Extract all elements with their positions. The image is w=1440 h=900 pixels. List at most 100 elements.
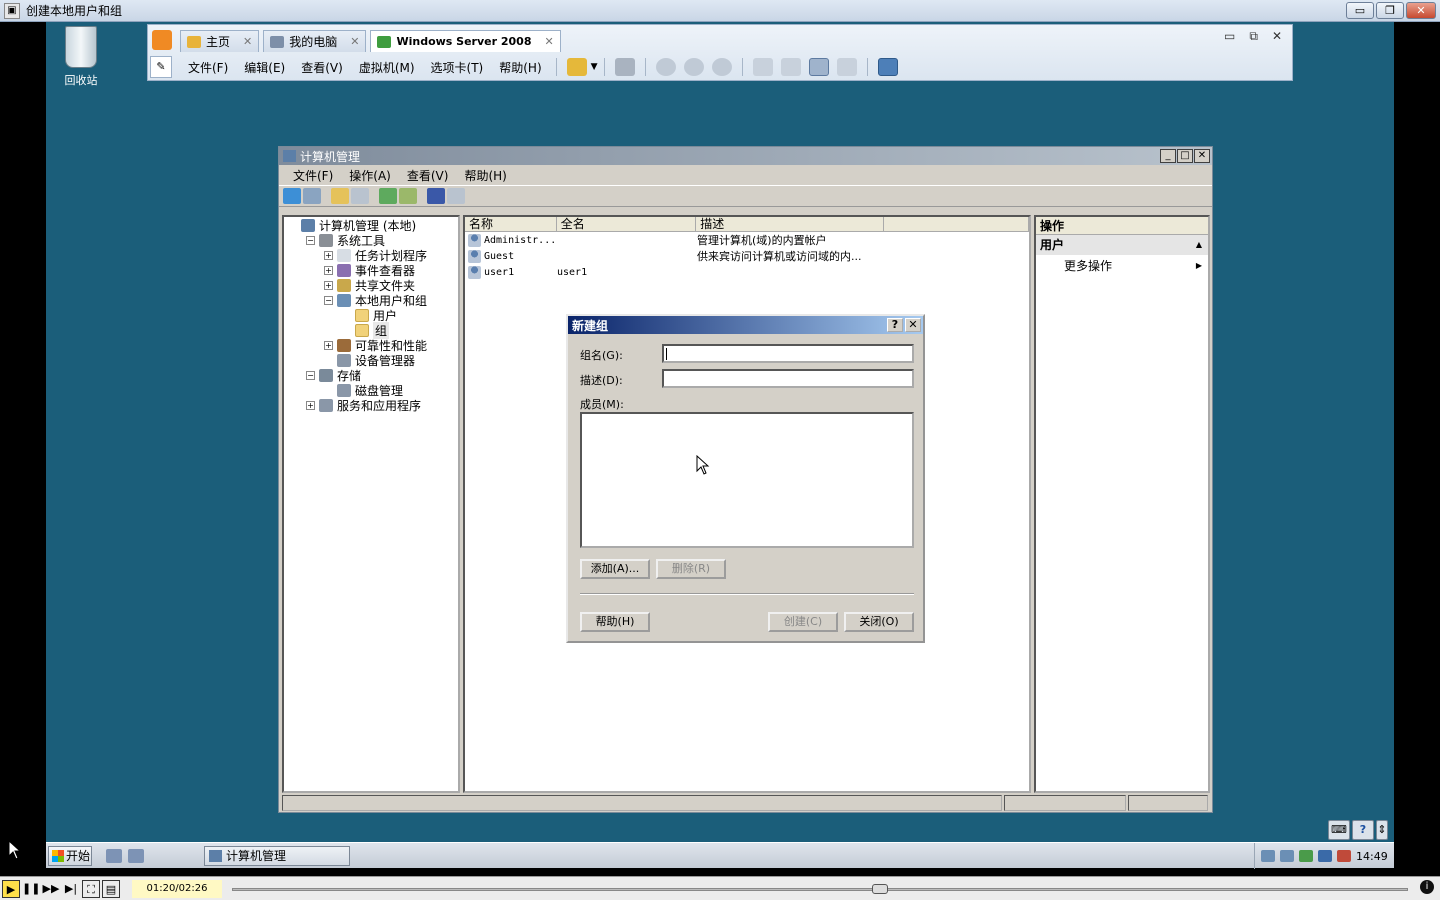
tree-item[interactable]: + 事件查看器 (284, 263, 458, 278)
info-icon[interactable]: i (1420, 880, 1434, 894)
start-button[interactable]: 开始 (48, 845, 92, 866)
tab-close-icon[interactable]: ✕ (544, 35, 553, 48)
column-header-name[interactable]: 名称 (465, 217, 557, 231)
remove-member-button[interactable]: 删除(R) (656, 559, 726, 579)
table-row[interactable]: Administr... 管理计算机(域)的内置帐户 (465, 232, 1029, 248)
vmware-menu-vm[interactable]: 虚拟机(M) (351, 59, 423, 76)
tree-item[interactable]: + 服务和应用程序 (284, 398, 458, 413)
tab-close-icon[interactable]: ✕ (243, 35, 252, 48)
tree-item[interactable]: 组 (284, 322, 458, 339)
tab-close-icon[interactable]: ✕ (350, 35, 359, 48)
vmware-close-button[interactable]: ✕ (1272, 29, 1282, 44)
vmware-minimize-button[interactable]: ▭ (1224, 29, 1235, 44)
fast-forward-icon[interactable]: ▶▶ (42, 880, 60, 898)
outer-maximize-button[interactable]: ❐ (1376, 2, 1404, 19)
tab-home[interactable]: 主页 ✕ (180, 30, 260, 52)
up-folder-icon[interactable] (331, 188, 349, 204)
power-pause-icon[interactable] (566, 58, 587, 76)
mmc-menu-file[interactable]: 文件(F) (285, 167, 341, 184)
tree-item[interactable]: 计算机管理 (本地) (284, 218, 458, 233)
seek-bar[interactable] (232, 884, 1408, 894)
vmware-menu-view[interactable]: 查看(V) (293, 59, 351, 76)
tree-item[interactable]: − 存储 (284, 368, 458, 383)
back-arrow-icon[interactable] (283, 188, 301, 204)
group-name-field[interactable] (662, 344, 914, 363)
dialog-help-button[interactable]: ? (887, 318, 903, 332)
help-book-icon[interactable] (427, 188, 445, 204)
forward-arrow-icon[interactable] (303, 188, 321, 204)
tab-windows-server-2008[interactable]: Windows Server 2008 ✕ (370, 30, 561, 52)
server-manager-icon[interactable] (106, 848, 122, 863)
sidebar-toggle-icon[interactable] (752, 58, 773, 76)
mmc-menu-help[interactable]: 帮助(H) (456, 167, 514, 184)
mmc-menu-view[interactable]: 查看(V) (399, 167, 457, 184)
settings-icon[interactable]: ▤ (102, 879, 120, 898)
taskbar-item-computer-management[interactable]: 计算机管理 (204, 845, 350, 866)
mmc-minimize-button[interactable]: _ (1160, 149, 1176, 163)
create-button[interactable]: 创建(C) (768, 612, 838, 632)
help-icon[interactable]: ? (1352, 820, 1374, 840)
tree-item[interactable]: 用户 (284, 308, 458, 323)
column-header-fullname[interactable]: 全名 (557, 217, 697, 231)
vmware-menu-file[interactable]: 文件(F) (180, 59, 236, 76)
step-forward-icon[interactable]: ▶| (62, 880, 80, 898)
outer-minimize-button[interactable]: ▭ (1346, 2, 1374, 19)
outer-close-button[interactable]: ✕ (1406, 2, 1436, 19)
connection-icon[interactable] (1318, 850, 1332, 862)
description-field[interactable] (662, 369, 914, 388)
vmware-restore-button[interactable]: ⧉ (1249, 29, 1258, 44)
expand-icon[interactable]: + (324, 281, 333, 290)
mmc-maximize-button[interactable]: □ (1177, 149, 1193, 163)
close-button[interactable]: 关闭(O) (844, 612, 914, 632)
show-hide-tree-icon[interactable] (351, 188, 369, 204)
pin-icon[interactable]: ✎ (150, 56, 172, 78)
display-icon[interactable] (1280, 850, 1294, 862)
help-button[interactable]: 帮助(H) (580, 612, 650, 632)
tree-item[interactable]: + 任务计划程序 (284, 248, 458, 263)
tree-item[interactable]: + 共享文件夹 (284, 278, 458, 293)
expand-icon[interactable]: + (324, 251, 333, 260)
console-view-icon[interactable] (877, 58, 898, 76)
table-row[interactable]: user1 user1 (465, 264, 1029, 280)
expand-icon[interactable]: + (306, 401, 315, 410)
more-actions-item[interactable]: 更多操作 (1036, 255, 1208, 277)
vmware-library-icon[interactable] (152, 30, 172, 50)
tree-item[interactable]: + 可靠性和性能 (284, 338, 458, 353)
vmware-menu-tabs[interactable]: 选项卡(T) (423, 59, 492, 76)
thumbnail-icon[interactable] (780, 58, 801, 76)
collapse-icon[interactable]: − (324, 296, 333, 305)
keyboard-icon[interactable]: ⌨ (1328, 820, 1350, 840)
add-member-button[interactable]: 添加(A)... (580, 559, 650, 579)
play-icon[interactable]: ▶ (2, 879, 20, 898)
column-header-description[interactable]: 描述 (696, 217, 884, 231)
chevron-down-icon[interactable]: ▼ (591, 62, 598, 72)
mmc-menu-action[interactable]: 操作(A) (341, 167, 399, 184)
dialog-close-button[interactable]: ✕ (905, 318, 921, 332)
snapshot-icon[interactable] (655, 58, 676, 76)
tree-item[interactable]: − 本地用户和组 (284, 293, 458, 308)
snapshot-manager-icon[interactable] (711, 58, 732, 76)
fit-screen-icon[interactable]: ⛶ (82, 879, 100, 898)
tree-item[interactable]: − 系统工具 (284, 233, 458, 248)
tree-item[interactable]: 磁盘管理 (284, 383, 458, 398)
vmware-menu-edit[interactable]: 编辑(E) (236, 59, 293, 76)
recycle-bin[interactable]: 回收站 (56, 26, 106, 88)
show-desktop-icon[interactable] (128, 848, 144, 863)
revert-snapshot-icon[interactable] (683, 58, 704, 76)
network-icon[interactable] (1261, 850, 1275, 862)
refresh-icon[interactable] (379, 188, 397, 204)
show-action-pane-icon[interactable] (447, 188, 465, 204)
send-keys-icon[interactable] (614, 58, 635, 76)
expand-icon[interactable]: + (324, 266, 333, 275)
pause-icon[interactable]: ❚❚ (22, 880, 40, 898)
table-row[interactable]: Guest 供来宾访问计算机或访问域的内... (465, 248, 1029, 264)
seek-thumb[interactable] (871, 884, 888, 894)
expand-icon[interactable]: + (324, 341, 333, 350)
members-list[interactable] (580, 412, 914, 548)
collapse-icon[interactable]: − (306, 371, 315, 380)
security-icon[interactable] (1299, 850, 1313, 862)
unity-icon[interactable] (836, 58, 857, 76)
tab-my-computer[interactable]: 我的电脑 ✕ (263, 30, 367, 52)
actions-section-users[interactable]: 用户 (1036, 235, 1208, 255)
vmware-menu-help[interactable]: 帮助(H) (491, 59, 549, 76)
